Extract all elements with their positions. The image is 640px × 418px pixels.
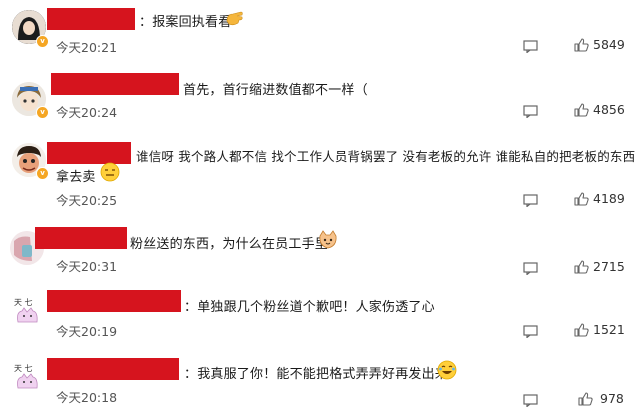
smile-emoji-icon [100, 162, 120, 186]
svg-text:天 七: 天 七 [14, 298, 33, 307]
comment-time: 今天20:19 [56, 324, 118, 339]
reply-icon[interactable] [523, 38, 538, 57]
redacted-username [47, 290, 181, 312]
like-icon[interactable] [574, 322, 589, 341]
redacted-username [47, 8, 135, 30]
like-count: 978 [600, 391, 624, 406]
like-count: 1521 [593, 322, 625, 337]
verified-badge-icon: v [36, 167, 49, 180]
avatar[interactable]: 天 七 [10, 360, 44, 394]
redacted-username [51, 73, 179, 95]
redacted-username [35, 227, 127, 249]
avatar[interactable]: 天 七 [10, 294, 44, 328]
like-icon[interactable] [574, 102, 589, 121]
verified-badge-icon: v [36, 35, 49, 48]
like-icon[interactable] [574, 191, 589, 210]
comment-text: 粉丝送的东西，为什么在员工手里 [130, 237, 329, 252]
like-icon[interactable] [574, 259, 589, 278]
svg-text:天 七: 天 七 [14, 364, 33, 373]
reply-icon[interactable] [523, 260, 538, 279]
like-count: 2715 [593, 259, 625, 274]
cat-emoji-icon [318, 230, 338, 254]
comment-time: 今天20:31 [56, 259, 118, 274]
reply-icon[interactable] [523, 103, 538, 122]
reply-icon[interactable] [523, 392, 538, 411]
like-icon[interactable] [578, 391, 593, 410]
comment-time: 今天20:21 [56, 40, 118, 55]
comment-time: 今天20:25 [56, 193, 118, 208]
comment-time: 今天20:24 [56, 105, 118, 120]
redacted-username [47, 358, 179, 380]
comment-time: 今天20:18 [56, 390, 118, 405]
comment-text: 谁信呀 我个路人都不信 找个工作人员背锅罢了 没有老板的允许 谁能私自的把老板的… [136, 149, 636, 164]
comment-text: 首先，首行缩进数值都不一样（ [183, 83, 368, 98]
like-count: 4189 [593, 191, 625, 206]
redacted-username [47, 142, 131, 164]
reply-icon[interactable] [523, 192, 538, 211]
verified-badge-icon: v [36, 106, 49, 119]
reply-icon[interactable] [523, 323, 538, 342]
comment-text-line2: 拿去卖 [56, 170, 96, 185]
like-icon[interactable] [574, 37, 589, 56]
laugh-emoji-icon [437, 360, 457, 384]
comment-text: ：我真服了你！能不能把格式弄弄好再发出来 [184, 367, 449, 382]
comment-text: ：报案回执看看 [139, 15, 232, 30]
like-count: 5849 [593, 37, 625, 52]
hand-emoji-icon [225, 9, 245, 31]
comment-text: ：单独跟几个粉丝道个歉吧！人家伤透了心 [184, 300, 435, 315]
like-count: 4856 [593, 102, 625, 117]
